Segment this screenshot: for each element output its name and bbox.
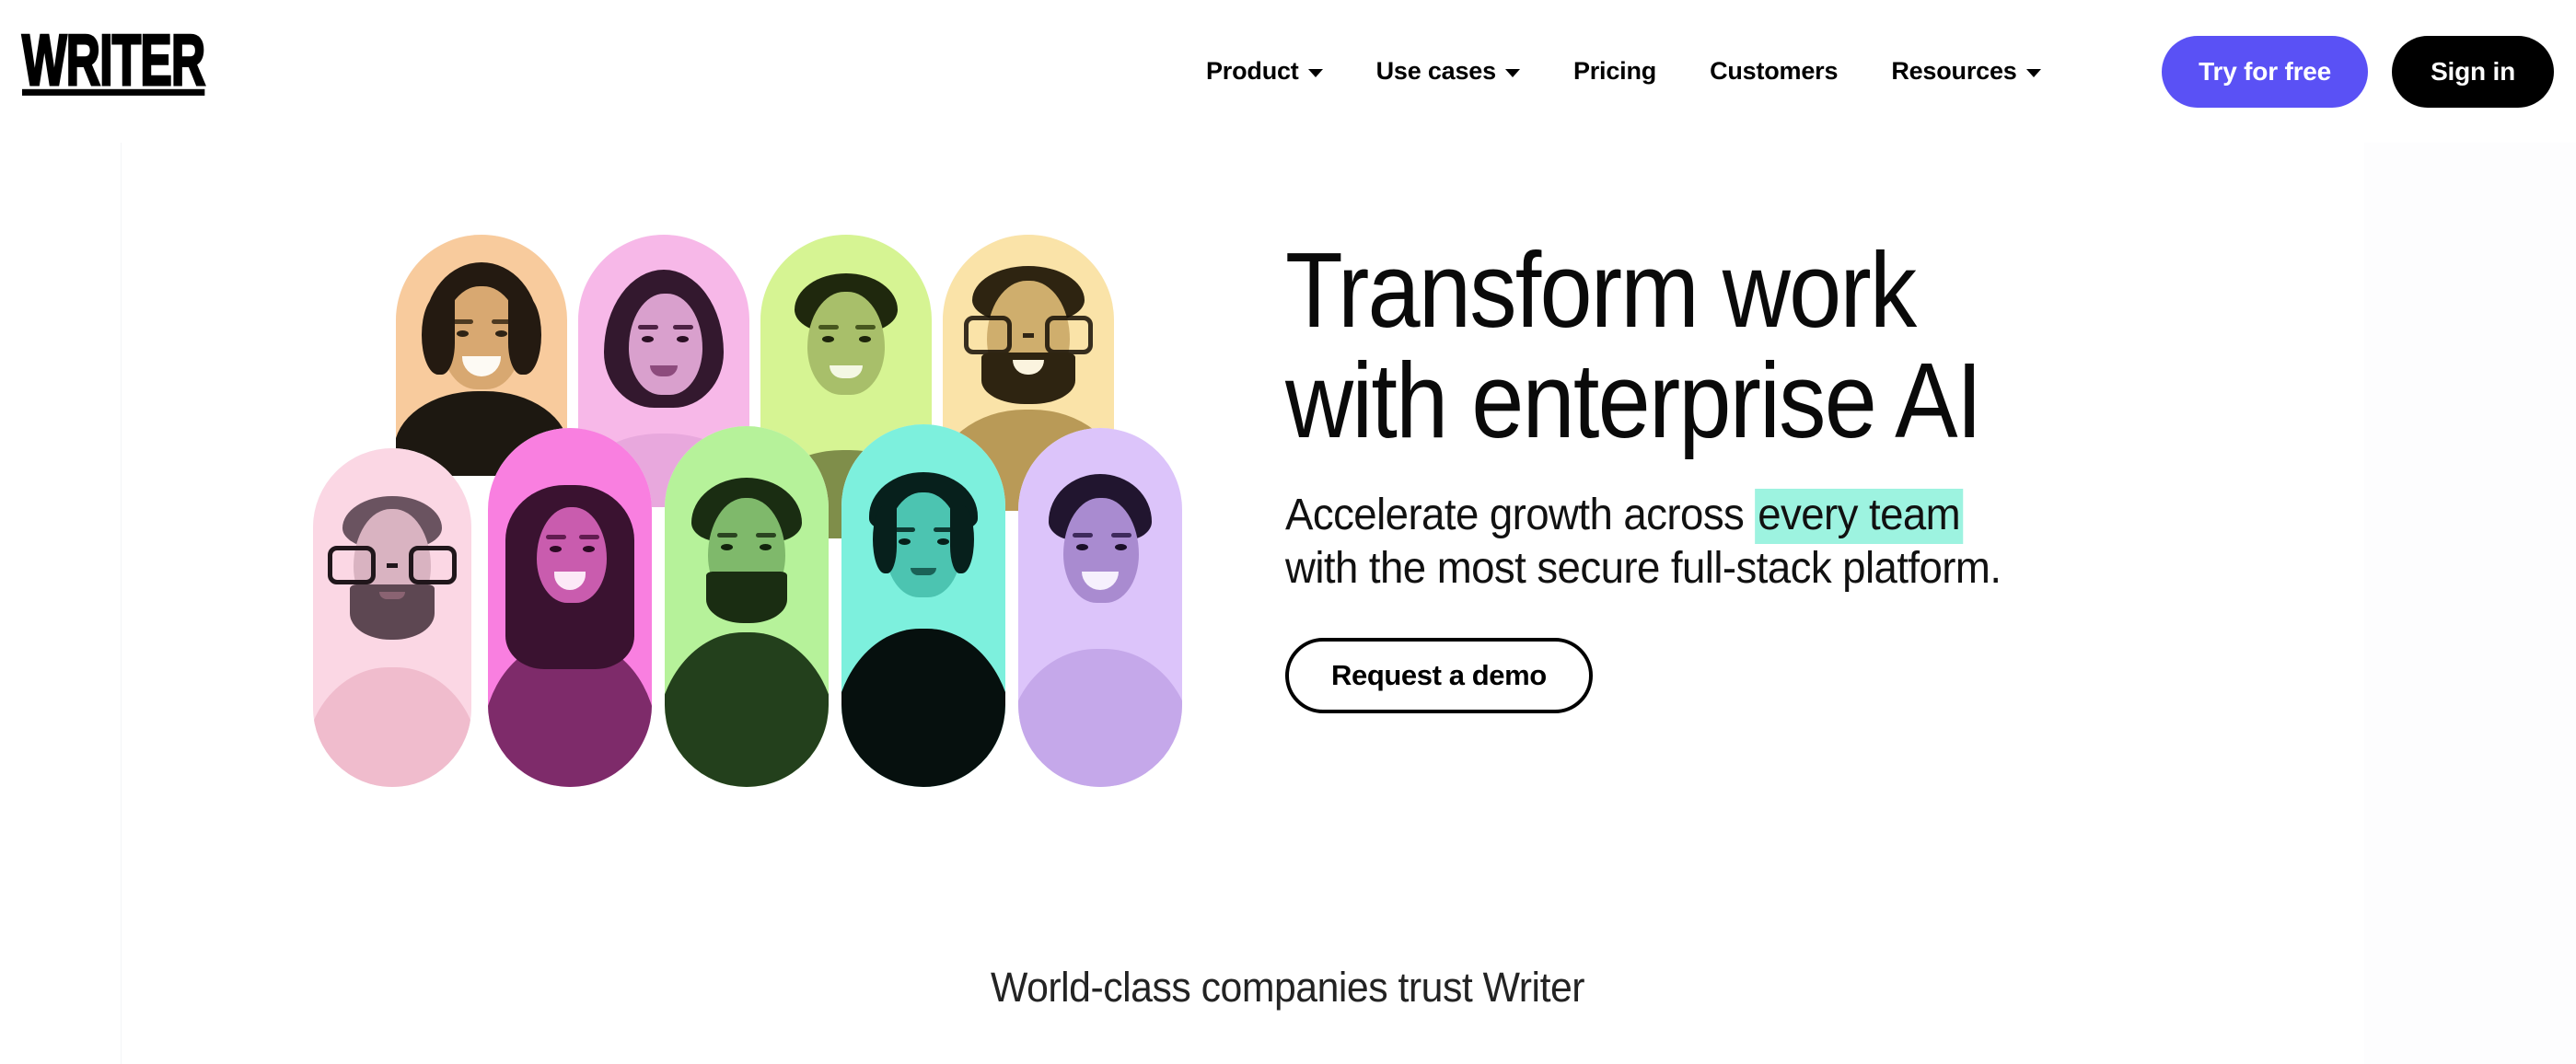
- subhead-text-lead: Accelerate growth across: [1285, 491, 1756, 539]
- chevron-down-icon: [1307, 69, 1323, 77]
- hero-subheadline: Accelerate growth across every team with…: [1285, 489, 2247, 596]
- nav-label-customers: Customers: [1710, 57, 1839, 85]
- page-title: Transform work with enterprise AI: [1285, 230, 1982, 460]
- eyeglasses-icon: [328, 546, 457, 584]
- writer-logo[interactable]: WRITER: [21, 22, 206, 97]
- eyeglasses-icon: [964, 316, 1093, 354]
- try-for-free-button[interactable]: Try for free: [2162, 35, 2369, 108]
- nav-item-pricing[interactable]: Pricing: [1573, 48, 1656, 95]
- portrait-card-lilac: [1018, 428, 1182, 787]
- portrait-illustration: [488, 428, 652, 787]
- subhead-highlight: every team: [1755, 489, 1963, 544]
- portrait-illustration: [665, 426, 829, 787]
- hero-section: Transform work with enterprise AI Accele…: [0, 143, 2576, 934]
- subhead-text-tail: with the most secure full-stack platform…: [1285, 544, 2002, 593]
- nav-label-resources: Resources: [1891, 57, 2017, 85]
- portrait-illustration: [313, 448, 471, 787]
- nav-item-resources[interactable]: Resources: [1891, 48, 2041, 95]
- page-root: WRITER Product Use cases Pricing Custome…: [0, 0, 2576, 1064]
- nav-label-product: Product: [1206, 57, 1299, 85]
- trust-headline: World-class companies trust Writer: [0, 964, 2576, 1012]
- trust-headline-text: World-class companies trust Writer: [991, 964, 1585, 1011]
- chevron-down-icon: [1504, 69, 1520, 77]
- nav-label-pricing: Pricing: [1572, 57, 1657, 85]
- nav-item-product[interactable]: Product: [1206, 48, 1323, 95]
- nav-label-use-cases: Use cases: [1375, 57, 1497, 85]
- portrait-card-magenta: [488, 428, 652, 787]
- portrait-illustration: [1018, 428, 1182, 787]
- header-actions: Try for free Sign in: [2162, 0, 2576, 143]
- chevron-down-icon: [2025, 69, 2041, 77]
- nav-item-customers[interactable]: Customers: [1710, 48, 1838, 95]
- portrait-illustration: [841, 424, 1005, 787]
- hero-copy: Transform work with enterprise AI Accele…: [1285, 235, 2298, 713]
- nav-item-use-cases[interactable]: Use cases: [1376, 48, 1520, 95]
- site-header: WRITER Product Use cases Pricing Custome…: [0, 0, 2576, 143]
- request-a-demo-button[interactable]: Request a demo: [1285, 638, 1593, 713]
- portrait-card-aqua: [841, 424, 1005, 787]
- sign-in-button[interactable]: Sign in: [2392, 35, 2554, 108]
- portrait-card-mint: [665, 426, 829, 787]
- portrait-card-blush: [313, 448, 471, 787]
- primary-nav: Product Use cases Pricing Customers Reso…: [1206, 0, 2041, 143]
- hero-portrait-collage: [313, 235, 1182, 787]
